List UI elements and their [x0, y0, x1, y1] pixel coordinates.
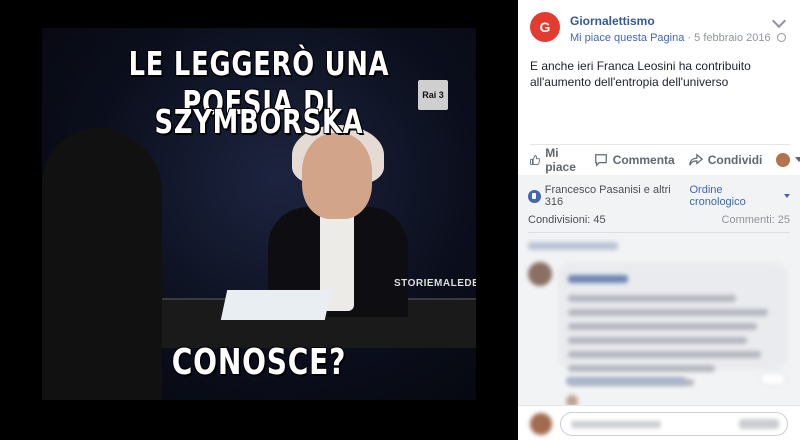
- comment-input[interactable]: [560, 412, 788, 436]
- comment-order-label: Ordine cronologico: [689, 184, 746, 208]
- comment-bubble: [558, 262, 788, 386]
- papers-on-desk: [220, 290, 332, 320]
- like-page-link[interactable]: Mi piace questa Pagina: [570, 32, 684, 44]
- post-date[interactable]: 5 febbraio 2016: [694, 32, 770, 44]
- globe-icon: [776, 33, 786, 42]
- separator-dot: ·: [687, 32, 692, 44]
- comments-count: Commenti: 25: [721, 214, 790, 226]
- like-reaction-icon: [528, 189, 541, 203]
- caret-down-icon: [784, 194, 790, 198]
- commenter-name[interactable]: [568, 275, 628, 283]
- counts-row: Condivisioni: 45 Commenti: 25: [528, 214, 790, 226]
- divider: [528, 232, 790, 233]
- write-comment-row: [518, 405, 800, 440]
- share-icon: [688, 152, 703, 166]
- post-as-selector[interactable]: [776, 152, 800, 167]
- user-avatar: [530, 413, 552, 435]
- post-subline: Mi piace questa Pagina · 5 febbraio 2016: [570, 32, 786, 44]
- like-label: Mi piace: [545, 145, 576, 174]
- reactions-row: Francesco Pasanisi e altri 316 Ordine cr…: [528, 184, 790, 208]
- caret-down-icon: [795, 157, 800, 162]
- share-button[interactable]: Condividi: [688, 152, 763, 167]
- meme-caption-line-2: SZYMBORSKA: [154, 102, 364, 141]
- meme-caption-bottom: CONOSCE?: [171, 342, 347, 383]
- program-watermark: STORIEMALEDETTE: [394, 278, 476, 289]
- like-button[interactable]: Mi piace: [530, 146, 580, 174]
- page-name-link[interactable]: Giornalettismo: [570, 14, 655, 28]
- post-panel: G Giornalettismo Mi piace questa Pagina …: [518, 0, 800, 440]
- shares-count[interactable]: Condivisioni: 45: [528, 214, 606, 226]
- post-actions: Mi piace Commenta Condividi: [530, 144, 800, 174]
- comment-icon: [594, 153, 607, 167]
- post-text: E anche ieri Franca Leosini ha contribui…: [530, 59, 751, 89]
- view-previous-comments-link[interactable]: [528, 242, 618, 250]
- comment-label: Commenta: [612, 152, 675, 167]
- comment-reaction-chip[interactable]: [760, 373, 786, 385]
- reactions-summary[interactable]: Francesco Pasanisi e altri 316: [545, 184, 690, 208]
- page-avatar[interactable]: G: [530, 12, 560, 42]
- thumbs-up-icon: [530, 154, 541, 165]
- chevron-down-icon[interactable]: [771, 13, 787, 29]
- comment-meta-links[interactable]: [566, 377, 686, 384]
- commenter-avatar[interactable]: [528, 262, 552, 286]
- share-label: Condividi: [707, 152, 763, 167]
- meme-image[interactable]: Rai 3 STORIEMALEDETTE LE LEGGERÒ UNA POE…: [42, 28, 476, 400]
- user-avatar: [776, 152, 791, 167]
- comment-placeholder: [571, 421, 661, 428]
- photo-viewer: Rai 3 STORIEMALEDETTE LE LEGGERÒ UNA POE…: [0, 0, 518, 440]
- comment-button[interactable]: Commenta: [594, 153, 675, 167]
- post-header: G Giornalettismo Mi piace questa Pagina …: [530, 12, 788, 52]
- comment-input-icons[interactable]: [739, 419, 779, 429]
- comment-order-dropdown[interactable]: Ordine cronologico: [689, 184, 790, 208]
